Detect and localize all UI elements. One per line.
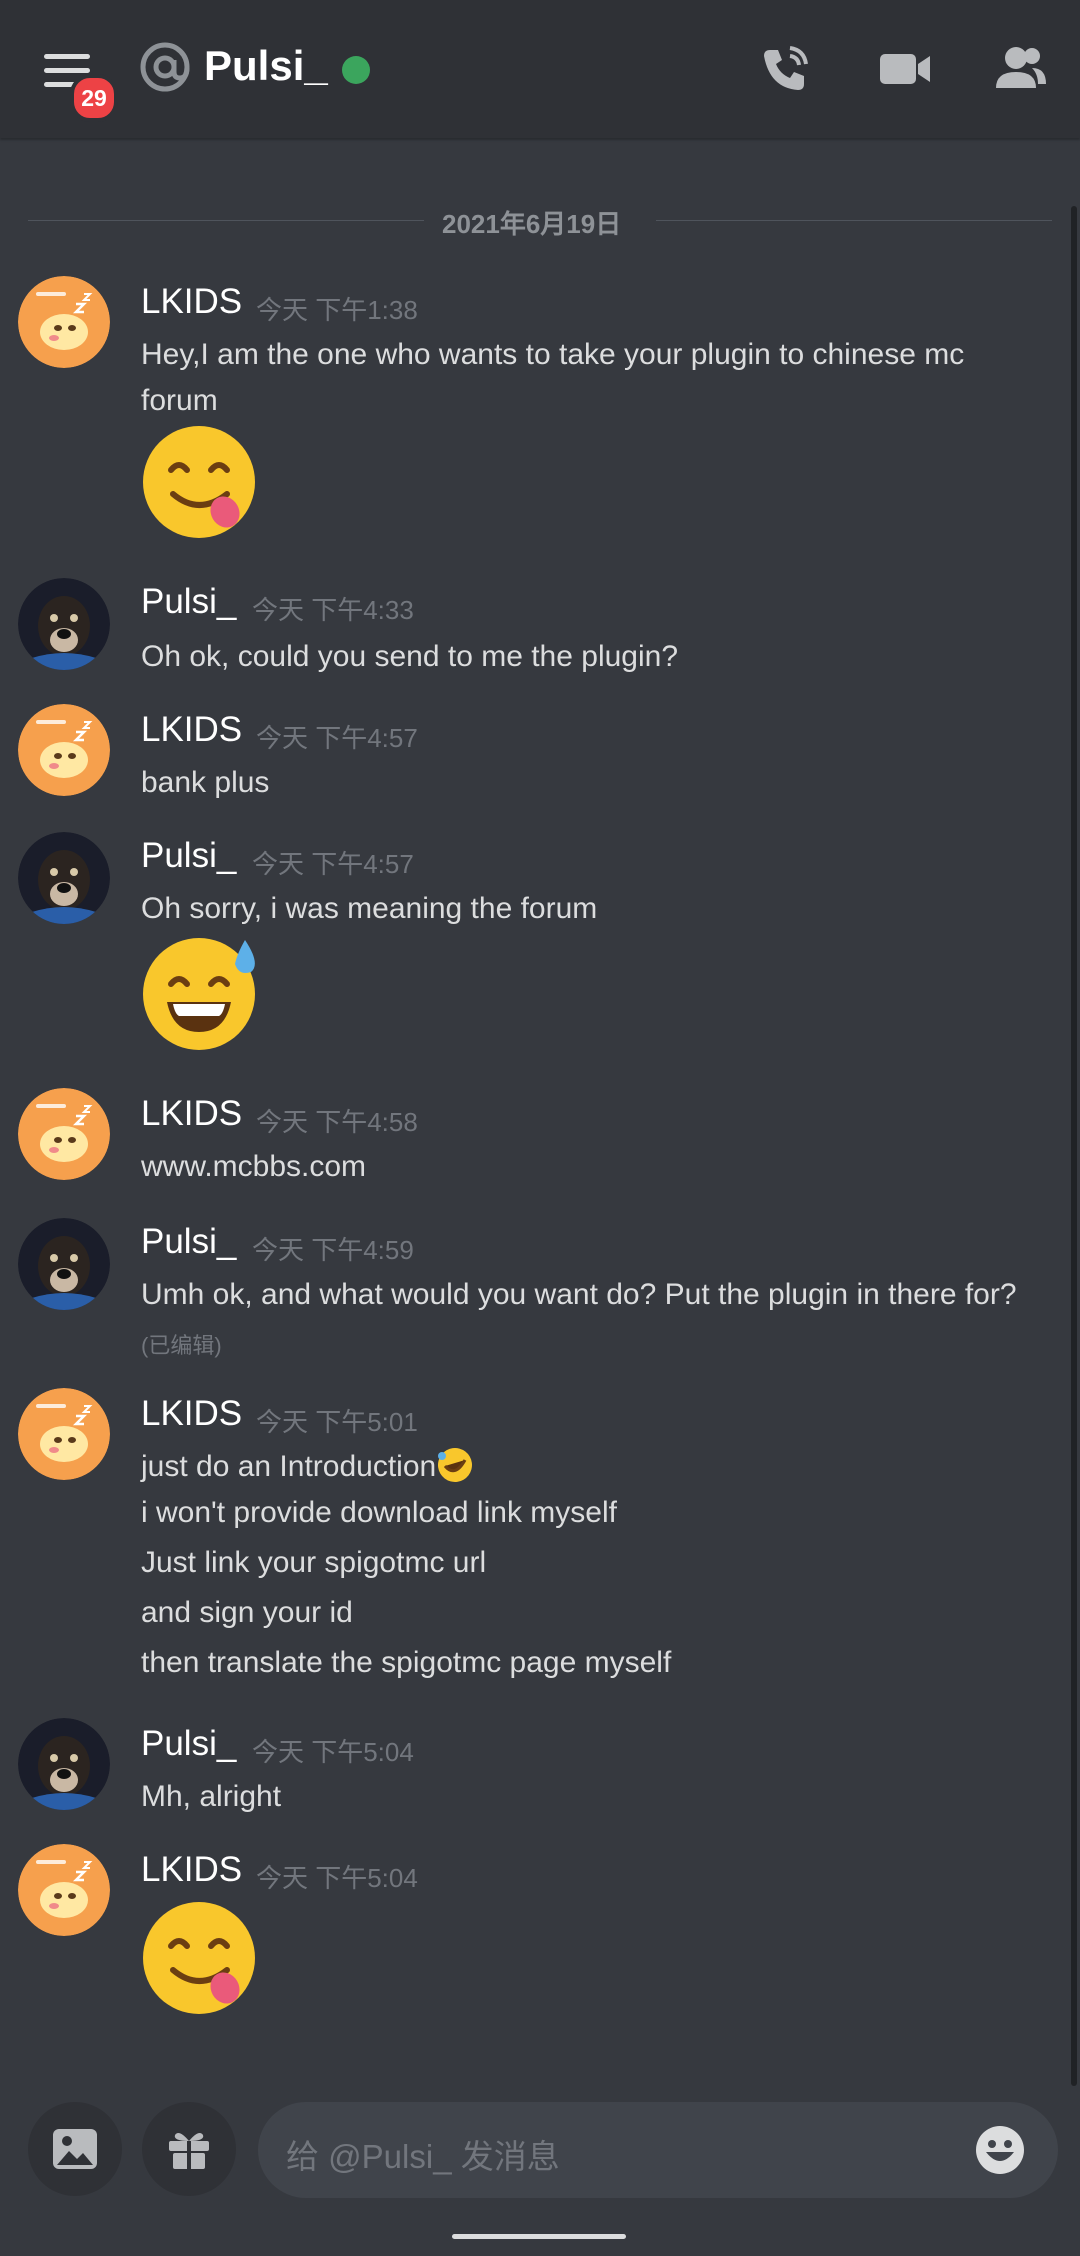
video-camera-icon[interactable] [876,40,934,98]
avatar[interactable] [18,704,110,796]
online-status-dot [342,56,370,84]
date-divider-label: 2021年6月19日 [442,209,622,239]
app-header: 29 Pulsi_ [0,0,1080,138]
emoji-icon[interactable] [974,2124,1026,2176]
timestamp: 今天 下午4:57 [256,723,418,753]
unread-badge: 29 [70,74,118,122]
timestamp: 今天 下午5:04 [252,1737,414,1767]
author-name[interactable]: Pulsi_ [141,1724,236,1764]
home-indicator [452,2234,626,2239]
members-icon[interactable] [992,40,1050,98]
composer-bar: 给 @Pulsi_ 发消息 [0,2090,1080,2256]
yum-emoji [141,1900,257,2016]
message-input[interactable]: 给 @Pulsi_ 发消息 [258,2102,1058,2198]
message-text: just do an Introduction [141,1446,474,1484]
author-name[interactable]: Pulsi_ [141,836,236,876]
message-text: Oh sorry, i was meaning the forum [141,892,598,925]
author-name[interactable]: LKIDS [141,1094,242,1134]
phone-call-icon[interactable] [756,40,814,98]
avatar[interactable] [18,1218,110,1310]
timestamp: 今天 下午4:33 [252,595,414,625]
author-name[interactable]: Pulsi_ [141,1222,236,1262]
image-icon [53,2129,97,2169]
timestamp: 今天 下午4:59 [252,1235,414,1265]
channel-title: Pulsi_ [204,42,328,89]
at-sign-icon [140,42,190,92]
edited-marker: (已编辑) [141,1333,222,1358]
message-text: Just link your spigotmc url [141,1546,487,1579]
message-text: Mh, alright [141,1780,282,1813]
author-name[interactable]: LKIDS [141,282,242,322]
message-text: bank plus [141,766,270,799]
date-divider: 2021年6月19日 [28,200,1052,240]
avatar[interactable] [18,578,110,670]
avatar[interactable] [18,1844,110,1936]
message-input-placeholder: 给 @Pulsi_ 发消息 [286,2138,560,2175]
yum-emoji [141,424,257,540]
image-upload-button[interactable] [28,2102,122,2196]
message-text: forum [141,384,218,417]
author-name[interactable]: Pulsi_ [141,582,236,622]
timestamp: 今天 下午4:58 [256,1107,418,1137]
message-text: Oh ok, could you send to me the plugin? [141,640,679,673]
scrollbar[interactable] [1071,206,1077,2086]
gift-button[interactable] [142,2102,236,2196]
avatar[interactable] [18,276,110,368]
message-text: then translate the spigotmc page myself [141,1646,672,1679]
author-name[interactable]: LKIDS [141,1394,242,1434]
avatar[interactable] [18,1718,110,1810]
message-text: Umh ok, and what would you want do? Put … [141,1278,1017,1311]
timestamp: 今天 下午4:57 [252,849,414,879]
timestamp: 今天 下午1:38 [256,295,418,325]
message-text: Hey,I am the one who wants to take your … [141,338,965,371]
message-text: and sign your id [141,1596,353,1629]
timestamp: 今天 下午5:01 [256,1407,418,1437]
author-name[interactable]: LKIDS [141,1850,242,1890]
avatar[interactable] [18,1088,110,1180]
message-text-part: just do an Introduction [141,1450,437,1483]
timestamp: 今天 下午5:04 [256,1863,418,1893]
gift-icon [169,2133,209,2169]
avatar[interactable] [18,832,110,924]
sweat-smile-emoji [141,936,257,1052]
rofl-emoji [438,1448,473,1482]
avatar[interactable] [18,1388,110,1480]
author-name[interactable]: LKIDS [141,710,242,750]
message-link[interactable]: www.mcbbs.com [141,1150,366,1184]
message-text: i won't provide download link myself [141,1496,617,1529]
